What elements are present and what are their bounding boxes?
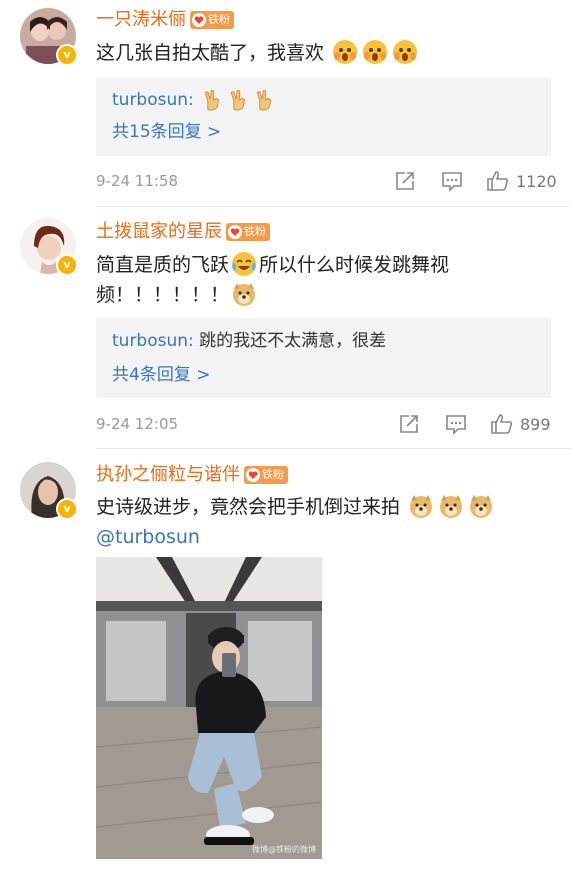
verified-badge-icon: v bbox=[56, 254, 78, 276]
timestamp: 9-24 11:58 bbox=[96, 172, 179, 190]
photo-image bbox=[96, 557, 322, 859]
fan-badge-label: 铁粉 bbox=[262, 468, 284, 481]
name-row: 一只涛米俪 铁粉 bbox=[96, 8, 234, 32]
username[interactable]: 一只涛米俪 bbox=[96, 8, 186, 32]
comment-icon bbox=[446, 415, 466, 435]
avatar[interactable]: v bbox=[20, 462, 78, 520]
comment-text: 这几张自拍太酷了，我喜欢 bbox=[96, 38, 546, 68]
repost-icon bbox=[400, 415, 418, 433]
reply-line: turbosun: 跳的我还不太满意，很差 bbox=[112, 329, 386, 353]
name-row: 执孙之俪粒与谐伴 铁粉 bbox=[96, 463, 288, 487]
fan-badge-label: 铁粉 bbox=[244, 225, 266, 238]
comment-text: 简直是质的飞跃 所以什么时候发跳舞视 频！！！！！！ bbox=[96, 250, 546, 310]
more-replies-link[interactable]: 共15条回复 > bbox=[112, 120, 221, 144]
fan-badge: 铁粉 bbox=[190, 11, 234, 29]
reply-button[interactable] bbox=[440, 168, 464, 194]
laughing-crying-emoji-icon bbox=[232, 252, 257, 276]
shocked-emoji-icon bbox=[363, 40, 388, 64]
reply-author[interactable]: turbosun: bbox=[112, 331, 194, 351]
like-button[interactable]: 1120 bbox=[486, 168, 557, 194]
victory-hand-icon bbox=[230, 90, 246, 111]
fan-badge: 铁粉 bbox=[226, 223, 270, 241]
fan-badge-label: 铁粉 bbox=[208, 13, 230, 26]
repost-button[interactable] bbox=[394, 168, 416, 194]
doge-emoji-icon bbox=[233, 283, 256, 306]
attached-photo[interactable]: 微博@铁粉的微博 bbox=[96, 557, 322, 859]
comment-body-part1: 简直是质的飞跃 bbox=[96, 254, 230, 276]
comment-meta: 9-24 12:05 899 bbox=[96, 411, 551, 437]
reply-box[interactable]: turbosun: 共15条回复 > bbox=[96, 78, 551, 156]
heart-icon bbox=[228, 225, 242, 239]
shocked-emoji-icon bbox=[393, 40, 418, 64]
reply-line: turbosun: bbox=[112, 88, 277, 112]
photo-watermark: 微博@铁粉的微博 bbox=[252, 845, 316, 854]
like-count: 1120 bbox=[516, 171, 557, 191]
shocked-emoji-icon bbox=[333, 40, 358, 64]
heart-icon bbox=[246, 468, 260, 482]
reply-text: 跳的我还不太满意，很差 bbox=[193, 331, 387, 351]
fan-badge: 铁粉 bbox=[244, 466, 288, 484]
doge-emoji-icon bbox=[410, 495, 433, 518]
timestamp: 9-24 12:05 bbox=[96, 415, 179, 433]
comment-body: 这几张自拍太酷了，我喜欢 bbox=[96, 42, 325, 64]
verified-badge-icon: v bbox=[56, 498, 78, 520]
comment-body-part3: 频！！！！！！ bbox=[96, 284, 230, 306]
victory-hand-icon bbox=[204, 90, 220, 111]
doge-emoji-icon bbox=[440, 495, 463, 518]
comment-text: 史诗级进步，竟然会把手机倒过来拍 @turbosun bbox=[96, 492, 546, 552]
repost-icon bbox=[396, 172, 414, 190]
more-replies-link[interactable]: 共4条回复 > bbox=[112, 363, 210, 387]
thumbs-up-icon bbox=[491, 414, 513, 434]
comment-meta: 9-24 11:58 1120 bbox=[96, 168, 557, 194]
reply-button[interactable] bbox=[444, 411, 468, 437]
reply-author[interactable]: turbosun: bbox=[112, 90, 194, 110]
name-row: 土拨鼠家的星辰 铁粉 bbox=[96, 220, 270, 244]
thumbs-up-icon bbox=[487, 171, 509, 191]
victory-hand-icon bbox=[256, 90, 272, 111]
divider bbox=[96, 206, 571, 207]
username[interactable]: 执孙之俪粒与谐伴 bbox=[96, 463, 240, 487]
comment-body: 史诗级进步，竟然会把手机倒过来拍 bbox=[96, 496, 401, 518]
repost-button[interactable] bbox=[398, 411, 420, 437]
username[interactable]: 土拨鼠家的星辰 bbox=[96, 220, 222, 244]
avatar[interactable]: v bbox=[20, 8, 78, 66]
divider bbox=[96, 448, 571, 449]
doge-emoji-icon bbox=[470, 495, 493, 518]
mention-link[interactable]: @turbosun bbox=[96, 526, 200, 548]
avatar[interactable]: v bbox=[20, 218, 78, 276]
comment-icon bbox=[442, 172, 462, 192]
like-count: 899 bbox=[520, 414, 551, 434]
verified-badge-icon: v bbox=[56, 44, 78, 66]
reply-box[interactable]: turbosun: 跳的我还不太满意，很差 共4条回复 > bbox=[96, 318, 551, 398]
heart-icon bbox=[192, 13, 206, 27]
comment-body-part2: 所以什么时候发跳舞视 bbox=[259, 254, 450, 276]
like-button[interactable]: 899 bbox=[490, 411, 551, 437]
